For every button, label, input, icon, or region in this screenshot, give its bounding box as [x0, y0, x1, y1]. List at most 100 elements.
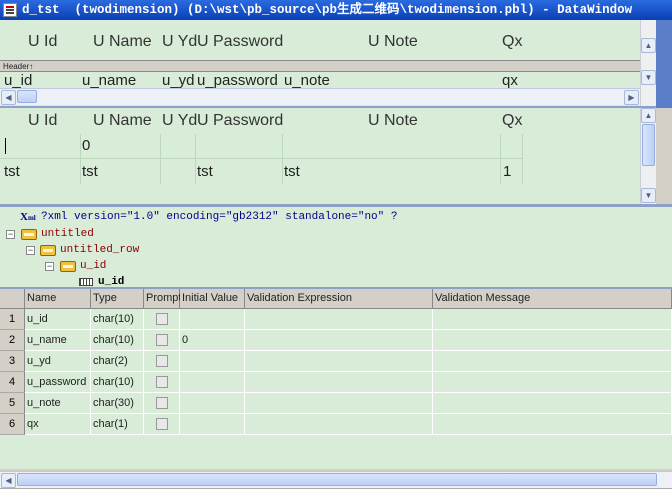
grid-hscroll-thumb[interactable] — [17, 473, 657, 486]
xml-declaration[interactable]: ?xml version="1.0" encoding="gb2312" sta… — [41, 211, 397, 223]
row-number[interactable]: 2 — [0, 330, 25, 351]
collapse-toggle-icon[interactable]: − — [45, 262, 54, 271]
design-header-u-yd[interactable]: U Yd — [162, 33, 197, 51]
preview-cell[interactable]: 1 — [503, 163, 511, 180]
design-hscrollbar[interactable]: ◀ ▶ — [0, 88, 640, 105]
design-hscroll-thumb[interactable] — [17, 90, 37, 103]
xml-node-untitled-row[interactable]: untitled_row — [60, 244, 139, 256]
grid-cell-initial-value[interactable] — [180, 309, 245, 330]
grid-cell-initial-value[interactable] — [180, 351, 245, 372]
row-number[interactable]: 1 — [0, 309, 25, 330]
grid-cell-validation-message[interactable] — [433, 414, 672, 435]
grid-cell-name[interactable]: u_yd — [25, 351, 91, 372]
design-field-u-note[interactable]: u_note — [284, 72, 330, 89]
design-field-u-name[interactable]: u_name — [82, 72, 136, 89]
preview-cell[interactable]: tst — [82, 163, 98, 180]
col-divider — [160, 134, 161, 184]
row-number[interactable]: 5 — [0, 393, 25, 414]
row-number[interactable]: 6 — [0, 414, 25, 435]
grid-cell-validation-expression[interactable] — [245, 393, 433, 414]
grid-header-name[interactable]: Name — [25, 289, 91, 309]
preview-vscrollbar[interactable]: ▲ ▼ — [640, 108, 656, 204]
prompt-checkbox[interactable] — [156, 334, 168, 346]
scroll-up-button[interactable]: ▲ — [641, 38, 656, 53]
scroll-left-button[interactable]: ◀ — [1, 90, 16, 105]
xml-declaration-icon: Xml — [20, 211, 36, 223]
grid-cell-validation-message[interactable] — [433, 393, 672, 414]
grid-cell-initial-value[interactable]: 0 — [180, 330, 245, 351]
collapse-toggle-icon[interactable]: − — [26, 246, 35, 255]
grid-cell-validation-message[interactable] — [433, 372, 672, 393]
grid-cell-type[interactable]: char(10) — [91, 330, 144, 351]
grid-header-validation-expression[interactable]: Validation Expression — [245, 289, 433, 309]
grid-cell-type[interactable]: char(30) — [91, 393, 144, 414]
grid-cell-name[interactable]: u_password — [25, 372, 91, 393]
preview-cell[interactable]: tst — [4, 163, 20, 180]
scroll-right-button[interactable]: ▶ — [624, 90, 639, 105]
design-pane[interactable]: U Id U Name U Yd U Password U Note Qx He… — [0, 20, 656, 106]
xml-element-icon — [40, 245, 56, 256]
design-field-qx[interactable]: qx — [502, 72, 518, 89]
grid-header-prompt[interactable]: Prompt — [144, 289, 181, 309]
prompt-checkbox[interactable] — [156, 355, 168, 367]
grid-cell-validation-expression[interactable] — [245, 414, 433, 435]
grid-cell-initial-value[interactable] — [180, 393, 245, 414]
grid-cell-validation-expression[interactable] — [245, 372, 433, 393]
preview-vscroll-thumb[interactable] — [642, 124, 655, 166]
grid-cell-type[interactable]: char(1) — [91, 414, 144, 435]
design-header-u-name[interactable]: U Name — [93, 33, 152, 51]
design-header-u-password[interactable]: U Password — [197, 33, 283, 51]
design-field-u-password[interactable]: u_password — [197, 72, 278, 89]
prompt-checkbox[interactable] — [156, 376, 168, 388]
grid-cell-validation-expression[interactable] — [245, 330, 433, 351]
scroll-left-button[interactable]: ◀ — [1, 473, 16, 488]
grid-header-initial-value[interactable]: Initial Value — [180, 289, 245, 309]
grid-header-type[interactable]: Type — [91, 289, 144, 309]
grid-header-validation-message[interactable]: Validation Message — [433, 289, 672, 309]
grid-cell-name[interactable]: u_name — [25, 330, 91, 351]
design-header-u-id[interactable]: U Id — [28, 33, 57, 51]
grid-cell-type[interactable]: char(10) — [91, 372, 144, 393]
xml-node-untitled[interactable]: untitled — [41, 228, 94, 240]
design-vscrollbar[interactable]: ▲ ▼ — [640, 20, 656, 106]
design-header-qx[interactable]: Qx — [502, 33, 522, 51]
design-field-u-yd[interactable]: u_yd — [162, 72, 195, 89]
grid-cell-type[interactable]: char(2) — [91, 351, 144, 372]
collapse-toggle-icon[interactable]: − — [6, 230, 15, 239]
grid-cell-name[interactable]: u_note — [25, 393, 91, 414]
grid-cell-validation-expression[interactable] — [245, 309, 433, 330]
grid-cell-name[interactable]: qx — [25, 414, 91, 435]
right-edge-strip — [656, 108, 672, 204]
xml-node-u-id[interactable]: u_id — [80, 260, 106, 272]
window-title-bar[interactable]: d_tst (twodimension) (D:\wst\pb_source\p… — [0, 0, 672, 20]
preview-cell[interactable]: tst — [284, 163, 300, 180]
xml-tree-pane[interactable]: Xml ?xml version="1.0" encoding="gb2312"… — [0, 207, 672, 287]
scroll-down-button[interactable]: ▼ — [641, 70, 656, 85]
grid-cell-initial-value[interactable] — [180, 372, 245, 393]
row-number[interactable]: 3 — [0, 351, 25, 372]
design-header-u-note[interactable]: U Note — [368, 33, 418, 51]
design-field-u-id[interactable]: u_id — [4, 72, 32, 89]
prompt-checkbox[interactable] — [156, 418, 168, 430]
grid-cell-type[interactable]: char(10) — [91, 309, 144, 330]
grid-cell-validation-expression[interactable] — [245, 351, 433, 372]
preview-cell[interactable]: tst — [197, 163, 213, 180]
grid-cell-name[interactable]: u_id — [25, 309, 91, 330]
column-spec-grid[interactable]: Name Type Prompt Initial Value Validatio… — [0, 289, 672, 469]
preview-cell[interactable]: 0 — [82, 137, 90, 154]
col-divider — [80, 134, 81, 184]
xml-node-u-id-child[interactable]: u_id — [98, 276, 124, 287]
grid-cell-initial-value[interactable] — [180, 414, 245, 435]
preview-pane[interactable]: U Id U Name U Yd U Password U Note Qx 0 … — [0, 108, 656, 204]
prompt-checkbox[interactable] — [156, 313, 168, 325]
xml-attribute-icon — [79, 278, 93, 286]
right-edge-strip — [656, 20, 672, 108]
grid-cell-validation-message[interactable] — [433, 330, 672, 351]
grid-cell-validation-message[interactable] — [433, 351, 672, 372]
scroll-down-button[interactable]: ▼ — [641, 188, 656, 203]
scroll-up-button[interactable]: ▲ — [641, 108, 656, 123]
row-number[interactable]: 4 — [0, 372, 25, 393]
grid-cell-validation-message[interactable] — [433, 309, 672, 330]
prompt-checkbox[interactable] — [156, 397, 168, 409]
grid-hscrollbar[interactable]: ◀ — [0, 471, 672, 488]
